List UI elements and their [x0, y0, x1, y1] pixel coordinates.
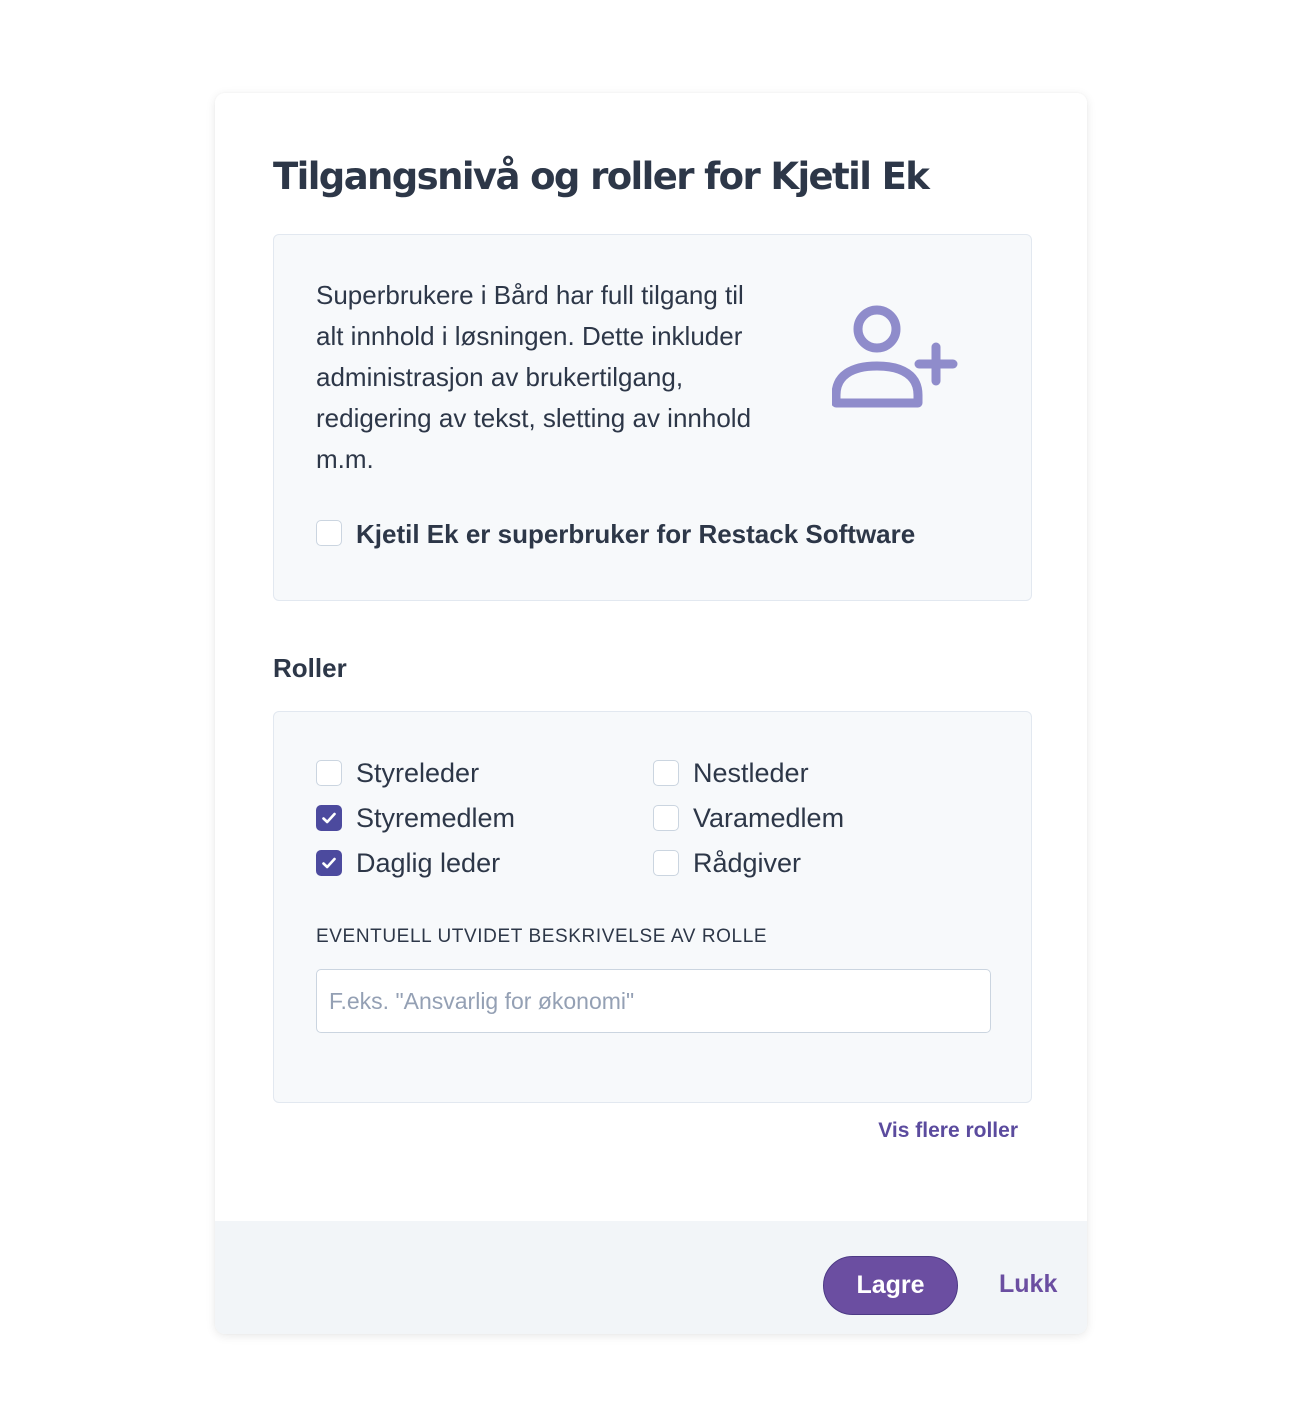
role-checkbox-daglig-leder[interactable]	[316, 850, 342, 876]
role-label-styreleder[interactable]: Styreleder	[356, 757, 479, 789]
dialog-body: Tilgangsnivå og roller for Kjetil Ek Sup…	[215, 93, 1087, 1221]
show-more-roles-link[interactable]: Vis flere roller	[878, 1119, 1018, 1143]
role-label-radgiver[interactable]: Rådgiver	[693, 847, 801, 879]
superuser-description: Superbrukere i Bård har full tilgang til…	[316, 280, 752, 474]
checkmark-icon	[322, 812, 336, 824]
roles-panel: Styreleder Nestleder Styremedlem Varamed…	[273, 711, 1032, 1103]
superuser-checkbox-label[interactable]: Kjetil Ek er superbruker for Restack Sof…	[356, 518, 915, 550]
role-checkbox-radgiver[interactable]	[653, 850, 679, 876]
role-checkbox-varamedlem[interactable]	[653, 805, 679, 831]
dialog-title: Tilgangsnivå og roller for Kjetil Ek	[273, 155, 930, 198]
access-dialog: Tilgangsnivå og roller for Kjetil Ek Sup…	[215, 93, 1087, 1334]
role-label-nestleder[interactable]: Nestleder	[693, 757, 809, 789]
role-checkbox-styreleder[interactable]	[316, 760, 342, 786]
user-plus-icon	[832, 305, 958, 408]
role-checkbox-nestleder[interactable]	[653, 760, 679, 786]
role-description-label: EVENTUELL UTVIDET BESKRIVELSE AV ROLLE	[316, 926, 768, 947]
role-label-styremedlem[interactable]: Styremedlem	[356, 802, 515, 834]
checkmark-icon	[322, 857, 336, 869]
role-label-daglig-leder[interactable]: Daglig leder	[356, 847, 500, 879]
save-button[interactable]: Lagre	[823, 1256, 958, 1315]
roles-heading: Roller	[273, 653, 347, 683]
role-label-varamedlem[interactable]: Varamedlem	[693, 802, 844, 834]
superuser-checkbox[interactable]	[316, 520, 342, 546]
role-checkbox-styremedlem[interactable]	[316, 805, 342, 831]
role-description-input[interactable]	[316, 969, 991, 1033]
dialog-footer: Lagre Lukk	[215, 1221, 1087, 1334]
superuser-panel: Superbrukere i Bård har full tilgang til…	[273, 234, 1032, 601]
close-button[interactable]: Lukk	[999, 1270, 1057, 1299]
